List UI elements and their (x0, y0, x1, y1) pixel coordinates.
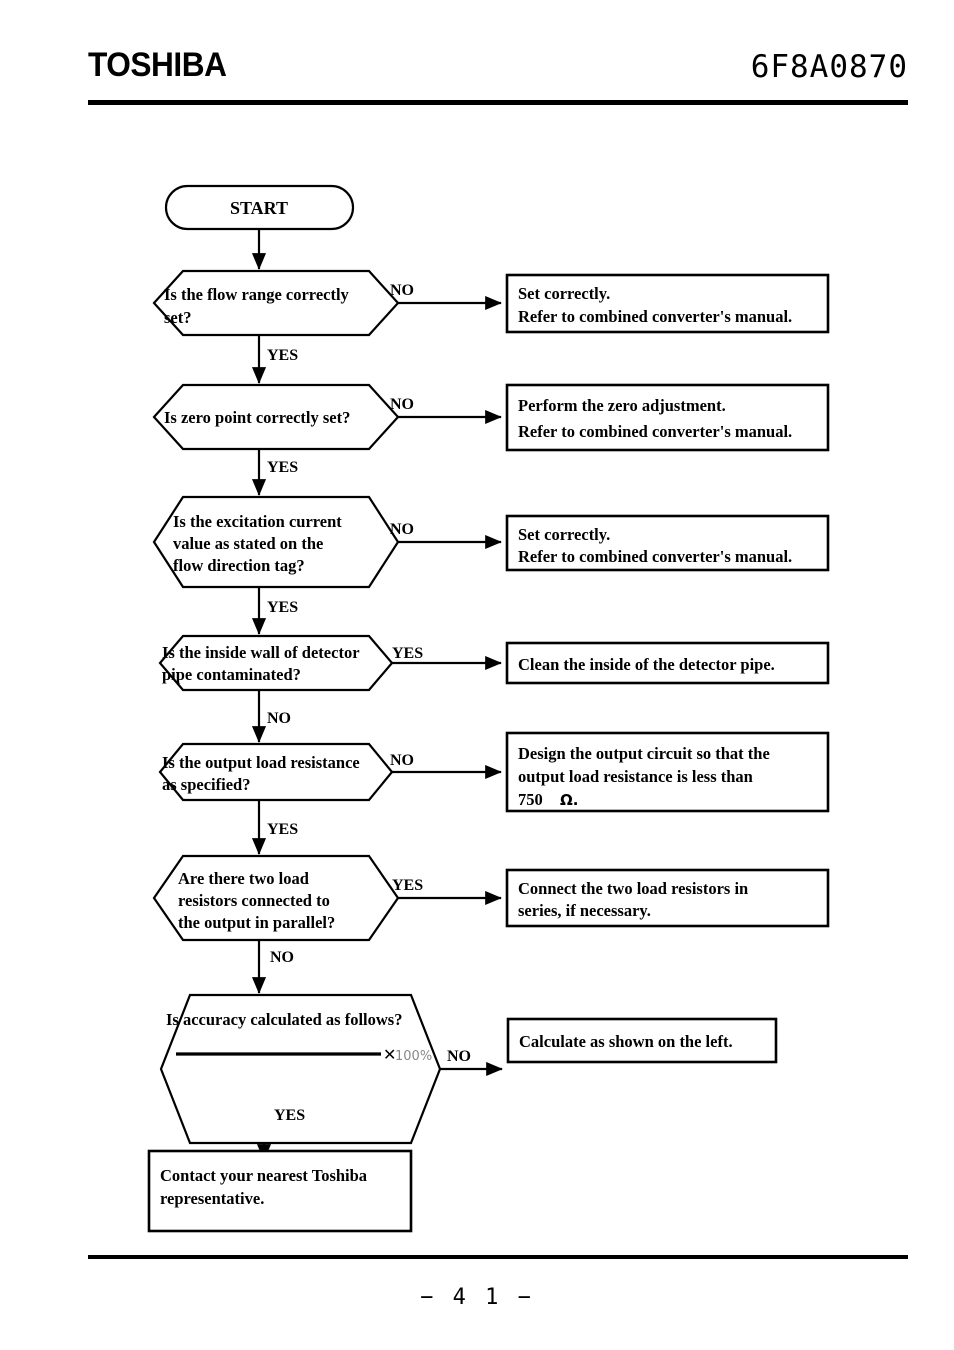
branch-label-pipe-yes: YES (392, 645, 423, 662)
action-calculate-line-1: Calculate as shown on the left. (519, 1032, 733, 1051)
branch-label-zero-point-yes: YES (267, 459, 298, 476)
terminal-contact-line-2: representative. (160, 1189, 264, 1208)
action-zero-adjustment-line-2: Refer to combined converter's manual. (518, 422, 792, 441)
action-series-resistors-line-2: series, if necessary. (518, 901, 651, 920)
terminal-contact-toshiba: Contact your nearest Toshiba representat… (147, 1149, 413, 1233)
action-design-circuit: Design the output circuit so that the ou… (505, 731, 830, 813)
node-zero-point-line-1: Is zero point correctly set? (164, 408, 350, 427)
branch-label-excitation-no: NO (390, 521, 414, 538)
action-design-circuit-line-3: 750 (518, 790, 543, 809)
node-start: START (164, 184, 355, 231)
branch-label-load-resistance-yes: YES (267, 821, 298, 838)
branch-label-excitation-yes: YES (267, 599, 298, 616)
action-set-correctly-range: Set correctly. Refer to combined convert… (505, 273, 830, 334)
action-design-circuit-line-1: Design the output circuit so that the (518, 744, 770, 763)
action-design-circuit-ohm: Ω. (560, 791, 578, 809)
node-load-resistance-line-2: as specified? (162, 775, 250, 794)
node-pipe-contamination-line-2: pipe contaminated? (162, 665, 301, 684)
page-footer: − 4 1 − (0, 1255, 954, 1350)
node-flow-range: Is the flow range correctly set? (152, 269, 400, 337)
action-calculate: Calculate as shown on the left. (506, 1017, 778, 1064)
action-zero-adjustment: Perform the zero adjustment. Refer to co… (505, 383, 830, 452)
action-set-correctly-excitation-line-1: Set correctly. (518, 525, 610, 544)
node-excitation-current-line-3: flow direction tag? (173, 556, 305, 575)
page-header: TOSHIBA 6F8A0870 (0, 0, 954, 120)
start-label: START (230, 198, 288, 218)
node-zero-point: Is zero point correctly set? (152, 383, 400, 451)
formula-percent-label: 100% (395, 1049, 432, 1064)
action-clean-pipe: Clean the inside of the detector pipe. (505, 641, 830, 685)
branch-label-flow-range-yes: YES (267, 347, 298, 364)
toshiba-logo: TOSHIBA (88, 46, 227, 84)
action-set-correctly-range-line-2: Refer to combined converter's manual. (518, 307, 792, 326)
node-flow-range-line-2: set? (164, 308, 192, 327)
node-excitation-current: Is the excitation current value as state… (152, 495, 400, 589)
footer-divider (88, 1255, 908, 1259)
action-set-correctly-excitation-line-2: Refer to combined converter's manual. (518, 547, 792, 566)
node-parallel-resistors-line-3: the output in parallel? (178, 913, 335, 932)
branch-label-accuracy-no: NO (447, 1048, 471, 1065)
branch-label-pipe-no: NO (267, 710, 291, 727)
branch-label-parallel-yes: YES (392, 877, 423, 894)
action-zero-adjustment-line-1: Perform the zero adjustment. (518, 396, 726, 415)
document-number: 6F8A0870 (750, 49, 908, 85)
terminal-contact-line-1: Contact your nearest Toshiba (160, 1166, 367, 1185)
action-set-correctly-excitation: Set correctly. Refer to combined convert… (505, 514, 830, 572)
node-accuracy-formula-line-1: Is accuracy calculated as follows? (166, 1010, 402, 1029)
branch-label-flow-range-no: NO (390, 282, 414, 299)
action-series-resistors-line-1: Connect the two load resistors in (518, 879, 748, 898)
branch-label-parallel-no: NO (270, 949, 294, 966)
node-pipe-contamination-line-1: Is the inside wall of detector (162, 643, 360, 662)
node-flow-range-line-1: Is the flow range correctly (164, 285, 350, 304)
branch-label-load-resistance-no: NO (390, 752, 414, 769)
branch-label-zero-point-no: NO (390, 396, 414, 413)
node-load-resistance: Is the output load resistance as specifi… (158, 742, 394, 802)
header-divider (88, 100, 908, 105)
action-clean-pipe-line-1: Clean the inside of the detector pipe. (518, 655, 775, 674)
action-series-resistors: Connect the two load resistors in series… (505, 868, 830, 928)
node-pipe-contamination: Is the inside wall of detector pipe cont… (158, 634, 394, 692)
page-number: − 4 1 − (420, 1285, 534, 1310)
troubleshooting-flowchart: START Is the flow range correctly set? N… (0, 120, 954, 1255)
action-set-correctly-range-line-1: Set correctly. (518, 284, 610, 303)
branch-label-accuracy-yes: YES (274, 1107, 305, 1124)
node-parallel-resistors-line-2: resistors connected to (178, 891, 330, 910)
node-load-resistance-line-1: Is the output load resistance (162, 753, 360, 772)
action-design-circuit-line-2: output load resistance is less than (518, 767, 753, 786)
node-excitation-current-line-2: value as stated on the (173, 534, 323, 553)
node-parallel-resistors: Are there two load resistors connected t… (152, 854, 400, 942)
node-excitation-current-line-1: Is the excitation current (173, 512, 342, 531)
node-parallel-resistors-line-1: Are there two load (178, 869, 309, 888)
